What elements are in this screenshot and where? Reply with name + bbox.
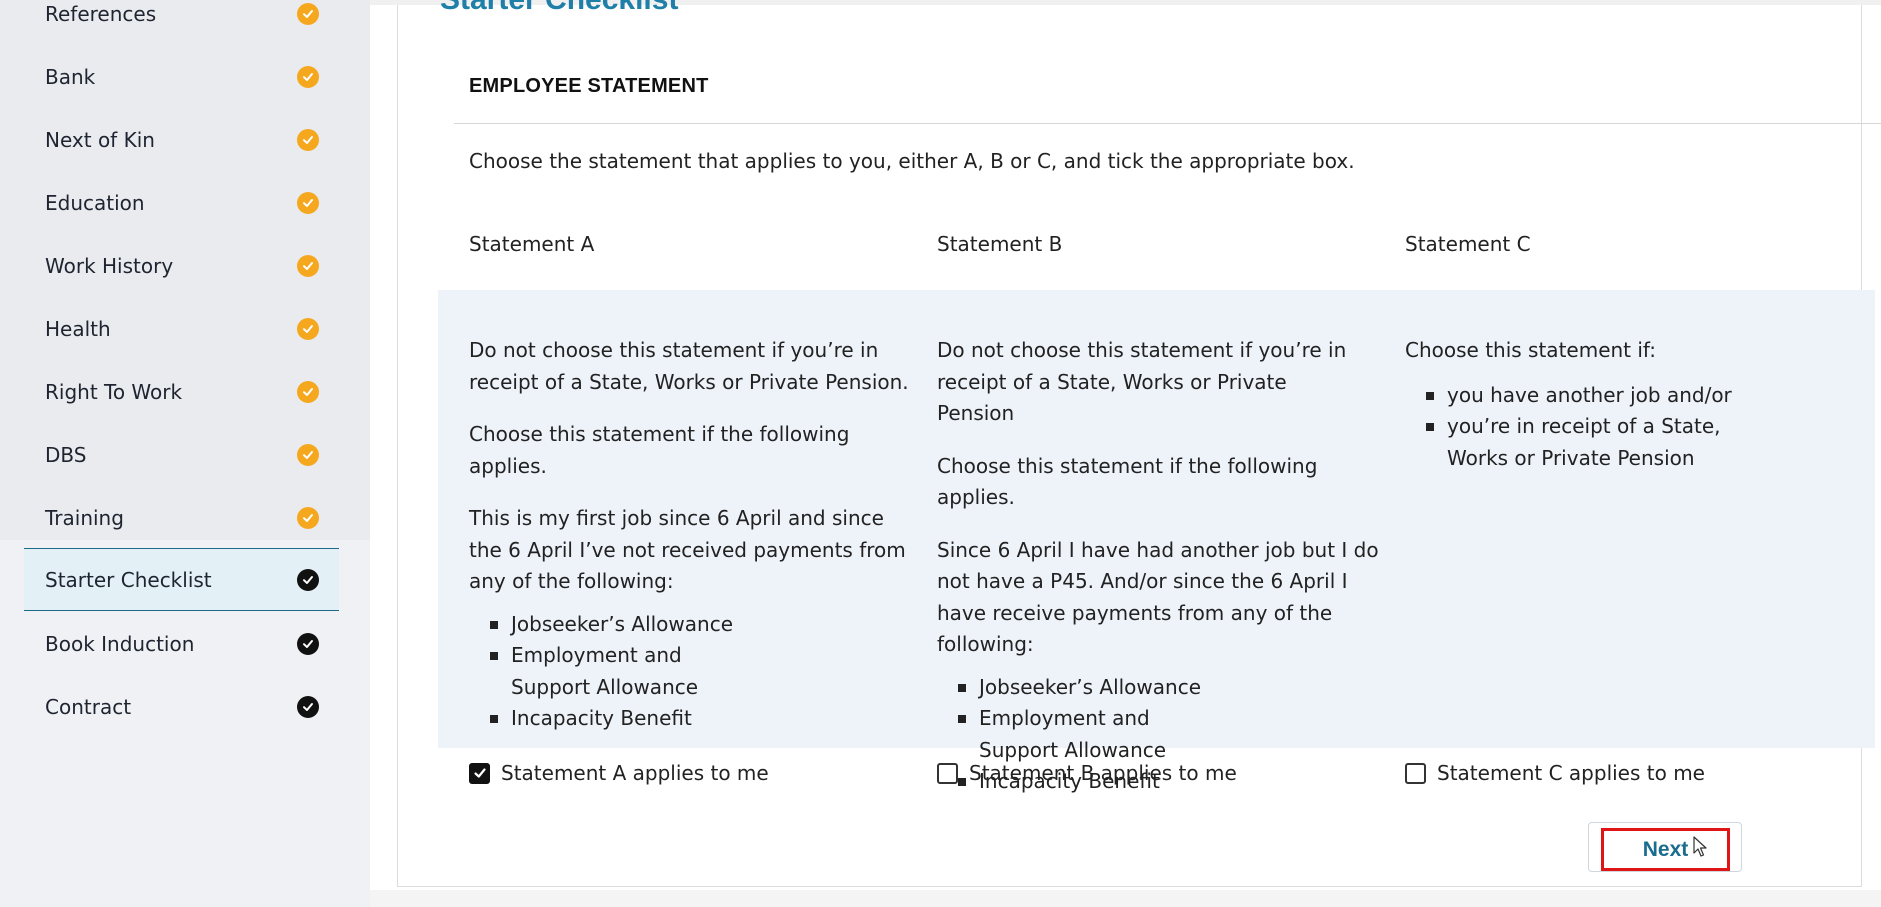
sidebar-item-label: Work History [45,253,174,278]
statement-a-benefits-list: Jobseeker’s Allowance Employment and Sup… [469,609,909,735]
next-button[interactable]: Next [1601,828,1730,871]
statement-a-applies: Choose this statement if the following a… [469,422,850,478]
page-title: Starter Checklist [440,0,678,17]
statement-b-checkbox-row[interactable]: Statement B applies to me [937,761,1237,785]
sidebar-item-label: Right To Work [45,379,183,404]
mouse-cursor-icon [1693,836,1707,857]
statement-a-checkbox-row[interactable]: Statement A applies to me [469,761,769,785]
check-icon [297,695,319,718]
sidebar-item-label: Training [45,505,124,530]
sidebar-item-work-history[interactable]: Work History [24,234,339,297]
sidebar-item-health[interactable]: Health [24,297,339,360]
section-header: EMPLOYEE STATEMENT [469,75,709,97]
sidebar-item-label: Contract [45,694,132,719]
complete-check-icon [297,317,319,340]
list-item: Employment and Support Allowance [958,703,1228,766]
sidebar-item-label: Book Induction [45,631,195,656]
statement-b-checkbox[interactable] [937,762,958,784]
sidebar-item-label: Education [45,190,145,215]
statement-a-body: Do not choose this statement if you’re i… [469,335,909,735]
statement-b-body: Do not choose this statement if you’re i… [937,335,1387,798]
check-icon [297,568,319,591]
sidebar-item-references[interactable]: References [24,0,339,45]
complete-check-icon [297,254,319,277]
statement-b-checkbox-label: Statement B applies to me [969,761,1237,785]
sidebar-item-dbs[interactable]: DBS [24,423,339,486]
list-item: Jobseeker’s Allowance [958,672,1387,704]
statement-a-exclusion: Do not choose this statement if you’re i… [469,338,909,394]
sidebar-item-education[interactable]: Education [24,171,339,234]
check-icon [297,632,319,655]
statement-c-intro: Choose this statement if: [1405,338,1656,362]
sidebar-item-label: DBS [45,442,87,467]
sidebar-item-training[interactable]: Training [24,486,339,549]
sidebar: References Bank Next of Kin Education Wo… [0,0,370,907]
bottom-strip [370,890,1881,907]
statement-b-heading: Statement B [937,232,1063,256]
statement-a-checkbox-label: Statement A applies to me [501,761,769,785]
statement-c-checkbox-label: Statement C applies to me [1437,761,1705,785]
sidebar-item-right-to-work[interactable]: Right To Work [24,360,339,423]
statement-c-heading: Statement C [1405,232,1531,256]
statement-b-description: Since 6 April I have had another job but… [937,537,1379,657]
complete-check-icon [297,443,319,466]
sidebar-item-book-induction[interactable]: Book Induction [24,612,339,675]
list-item: you’re in receipt of a State, Works or P… [1426,411,1766,474]
sidebar-item-label: References [45,1,157,26]
sidebar-item-label: Next of Kin [45,127,155,152]
complete-check-icon [297,128,319,151]
sidebar-item-starter-checklist[interactable]: Starter Checklist [24,548,339,611]
statement-a-heading: Statement A [469,232,595,256]
form-card: Starter Checklist EMPLOYEE STATEMENT Cho… [397,0,1881,887]
complete-check-icon [297,191,319,214]
sidebar-item-contract[interactable]: Contract [24,675,339,738]
statement-a-description: This is my first job since 6 April and s… [469,506,906,593]
list-item: Incapacity Benefit [490,703,909,735]
divider [454,123,1881,124]
sidebar-item-label: Bank [45,64,96,89]
main-content: Starter Checklist EMPLOYEE STATEMENT Cho… [370,0,1881,907]
sidebar-item-label: Health [45,316,111,341]
intro-text: Choose the statement that applies to you… [469,149,1355,173]
statement-a-checkbox[interactable] [469,762,490,784]
statement-c-checkbox-row[interactable]: Statement C applies to me [1405,761,1705,785]
list-item: Employment and Support Allowance [490,640,760,703]
complete-check-icon [297,506,319,529]
statement-c-checkbox[interactable] [1405,762,1426,784]
statement-c-conditions-list: you have another job and/or you’re in re… [1405,380,1805,475]
sidebar-item-label: Starter Checklist [45,567,212,592]
statement-c-body: Choose this statement if: you have anoth… [1405,335,1805,474]
complete-check-icon [297,2,319,25]
complete-check-icon [297,65,319,88]
list-item: Jobseeker’s Allowance [490,609,909,641]
statement-b-exclusion: Do not choose this statement if you’re i… [937,338,1347,425]
statement-b-applies: Choose this statement if the following a… [937,453,1318,510]
list-item: you have another job and/or [1426,380,1805,412]
complete-check-icon [297,380,319,403]
sidebar-item-next-of-kin[interactable]: Next of Kin [24,108,339,171]
sidebar-item-bank[interactable]: Bank [24,45,339,108]
